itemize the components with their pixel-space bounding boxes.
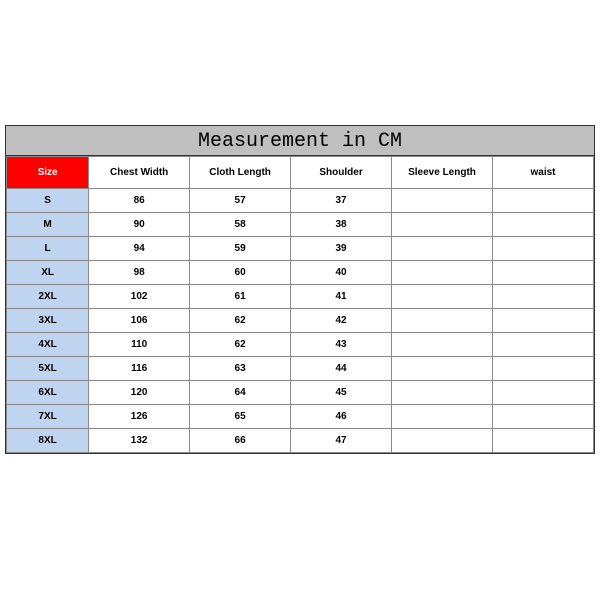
cell-sleeve bbox=[392, 237, 493, 261]
col-length: Cloth Length bbox=[190, 157, 291, 189]
table-row: 4XL1106243 bbox=[7, 333, 594, 357]
table-row: L945939 bbox=[7, 237, 594, 261]
cell-size: 7XL bbox=[7, 405, 89, 429]
cell-sleeve bbox=[392, 405, 493, 429]
table-row: 2XL1026141 bbox=[7, 285, 594, 309]
cell-shoulder: 45 bbox=[291, 381, 392, 405]
measurement-table: Size Chest Width Cloth Length Shoulder S… bbox=[6, 156, 594, 453]
cell-sleeve bbox=[392, 213, 493, 237]
cell-length: 62 bbox=[190, 309, 291, 333]
size-chart: Measurement in CM Size Chest Width Cloth… bbox=[5, 125, 595, 454]
cell-chest: 90 bbox=[89, 213, 190, 237]
cell-shoulder: 40 bbox=[291, 261, 392, 285]
cell-size: 3XL bbox=[7, 309, 89, 333]
cell-chest: 120 bbox=[89, 381, 190, 405]
cell-shoulder: 42 bbox=[291, 309, 392, 333]
cell-shoulder: 41 bbox=[291, 285, 392, 309]
col-waist: waist bbox=[492, 157, 593, 189]
cell-waist bbox=[492, 333, 593, 357]
header-row: Size Chest Width Cloth Length Shoulder S… bbox=[7, 157, 594, 189]
cell-length: 57 bbox=[190, 189, 291, 213]
cell-size: L bbox=[7, 237, 89, 261]
cell-shoulder: 46 bbox=[291, 405, 392, 429]
cell-waist bbox=[492, 189, 593, 213]
cell-waist bbox=[492, 285, 593, 309]
table-row: 3XL1066242 bbox=[7, 309, 594, 333]
table-row: 6XL1206445 bbox=[7, 381, 594, 405]
cell-length: 64 bbox=[190, 381, 291, 405]
cell-shoulder: 37 bbox=[291, 189, 392, 213]
cell-waist bbox=[492, 237, 593, 261]
col-sleeve: Sleeve Length bbox=[392, 157, 493, 189]
cell-shoulder: 47 bbox=[291, 429, 392, 453]
table-row: 5XL1166344 bbox=[7, 357, 594, 381]
cell-size: 8XL bbox=[7, 429, 89, 453]
cell-sleeve bbox=[392, 261, 493, 285]
cell-shoulder: 38 bbox=[291, 213, 392, 237]
cell-chest: 132 bbox=[89, 429, 190, 453]
col-size: Size bbox=[7, 157, 89, 189]
col-chest: Chest Width bbox=[89, 157, 190, 189]
cell-chest: 116 bbox=[89, 357, 190, 381]
cell-sleeve bbox=[392, 189, 493, 213]
cell-size: XL bbox=[7, 261, 89, 285]
cell-length: 61 bbox=[190, 285, 291, 309]
cell-size: S bbox=[7, 189, 89, 213]
cell-chest: 106 bbox=[89, 309, 190, 333]
cell-sleeve bbox=[392, 357, 493, 381]
cell-length: 59 bbox=[190, 237, 291, 261]
table-row: XL986040 bbox=[7, 261, 594, 285]
cell-shoulder: 43 bbox=[291, 333, 392, 357]
table-row: 8XL1326647 bbox=[7, 429, 594, 453]
col-shoulder: Shoulder bbox=[291, 157, 392, 189]
cell-waist bbox=[492, 405, 593, 429]
cell-chest: 86 bbox=[89, 189, 190, 213]
cell-length: 65 bbox=[190, 405, 291, 429]
cell-size: 5XL bbox=[7, 357, 89, 381]
cell-waist bbox=[492, 429, 593, 453]
cell-length: 60 bbox=[190, 261, 291, 285]
cell-chest: 94 bbox=[89, 237, 190, 261]
cell-chest: 98 bbox=[89, 261, 190, 285]
cell-waist bbox=[492, 213, 593, 237]
cell-length: 62 bbox=[190, 333, 291, 357]
cell-waist bbox=[492, 381, 593, 405]
cell-waist bbox=[492, 357, 593, 381]
cell-sleeve bbox=[392, 381, 493, 405]
chart-title: Measurement in CM bbox=[6, 126, 594, 156]
cell-size: M bbox=[7, 213, 89, 237]
cell-sleeve bbox=[392, 429, 493, 453]
cell-chest: 126 bbox=[89, 405, 190, 429]
cell-shoulder: 39 bbox=[291, 237, 392, 261]
cell-length: 63 bbox=[190, 357, 291, 381]
cell-sleeve bbox=[392, 333, 493, 357]
cell-size: 4XL bbox=[7, 333, 89, 357]
cell-chest: 110 bbox=[89, 333, 190, 357]
cell-length: 58 bbox=[190, 213, 291, 237]
table-row: S865737 bbox=[7, 189, 594, 213]
cell-sleeve bbox=[392, 309, 493, 333]
table-row: M905838 bbox=[7, 213, 594, 237]
cell-sleeve bbox=[392, 285, 493, 309]
cell-waist bbox=[492, 261, 593, 285]
cell-chest: 102 bbox=[89, 285, 190, 309]
cell-waist bbox=[492, 309, 593, 333]
cell-size: 2XL bbox=[7, 285, 89, 309]
cell-shoulder: 44 bbox=[291, 357, 392, 381]
cell-size: 6XL bbox=[7, 381, 89, 405]
cell-length: 66 bbox=[190, 429, 291, 453]
table-row: 7XL1266546 bbox=[7, 405, 594, 429]
